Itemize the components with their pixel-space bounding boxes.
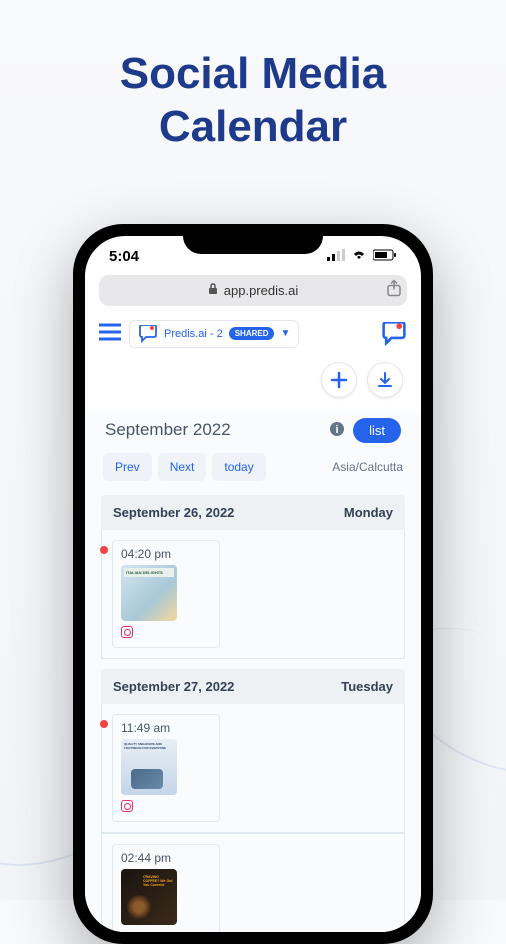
- next-button[interactable]: Next: [158, 453, 207, 481]
- event-time: 02:44 pm: [121, 851, 211, 865]
- day-weekday: Monday: [344, 505, 393, 520]
- event-card[interactable]: 02:44 pm: [101, 833, 405, 932]
- phone-frame: 5:04 app.predis.ai: [73, 224, 433, 944]
- instagram-icon: [121, 800, 133, 812]
- lock-icon: [208, 283, 218, 298]
- view-mode-toggle[interactable]: list: [353, 418, 401, 443]
- event-time: 11:49 am: [121, 721, 211, 735]
- post-thumbnail[interactable]: [121, 739, 177, 795]
- workspace-selector[interactable]: Predis.ai - 2 SHARED ▼: [129, 320, 299, 348]
- event-card[interactable]: 11:49 am: [101, 704, 405, 833]
- post-thumbnail[interactable]: [121, 565, 177, 621]
- browser-url-bar[interactable]: app.predis.ai: [99, 275, 407, 306]
- info-icon[interactable]: i: [329, 421, 345, 440]
- status-dot-icon: [100, 546, 108, 554]
- predis-logo-icon: [138, 325, 158, 343]
- day-date: September 27, 2022: [113, 679, 234, 694]
- month-label: September 2022: [105, 420, 321, 440]
- workspace-name: Predis.ai - 2: [164, 328, 223, 340]
- calendar-content: September 2022 i list Prev Next today As…: [85, 410, 421, 932]
- status-dot-icon: [100, 720, 108, 728]
- hamburger-menu-icon[interactable]: [99, 321, 121, 347]
- wifi-icon: [351, 248, 367, 265]
- browser-url: app.predis.ai: [224, 283, 298, 298]
- share-icon[interactable]: [379, 280, 409, 301]
- shared-badge: SHARED: [229, 327, 275, 340]
- download-button[interactable]: [367, 362, 403, 398]
- chevron-down-icon: ▼: [280, 328, 290, 339]
- day-weekday: Tuesday: [341, 679, 393, 694]
- day-header: September 26, 2022 Monday: [101, 495, 405, 530]
- status-time: 5:04: [109, 248, 139, 265]
- svg-text:i: i: [336, 424, 339, 436]
- battery-icon: [373, 248, 397, 265]
- timezone-label[interactable]: Asia/Calcutta: [332, 460, 403, 474]
- prev-button[interactable]: Prev: [103, 453, 152, 481]
- day-header: September 27, 2022 Tuesday: [101, 669, 405, 704]
- instagram-icon: [121, 626, 133, 638]
- app-header: Predis.ai - 2 SHARED ▼: [85, 316, 421, 356]
- phone-screen: 5:04 app.predis.ai: [85, 236, 421, 932]
- phone-notch: [183, 224, 323, 254]
- action-buttons: [85, 356, 421, 410]
- event-time: 04:20 pm: [121, 547, 211, 561]
- predis-logo-icon[interactable]: [381, 322, 407, 346]
- post-thumbnail[interactable]: [121, 869, 177, 925]
- event-card[interactable]: 04:20 pm: [101, 530, 405, 659]
- cellular-icon: [327, 248, 345, 265]
- add-button[interactable]: [321, 362, 357, 398]
- page-title: Social Media Calendar: [0, 0, 506, 184]
- today-button[interactable]: today: [212, 453, 265, 481]
- day-date: September 26, 2022: [113, 505, 234, 520]
